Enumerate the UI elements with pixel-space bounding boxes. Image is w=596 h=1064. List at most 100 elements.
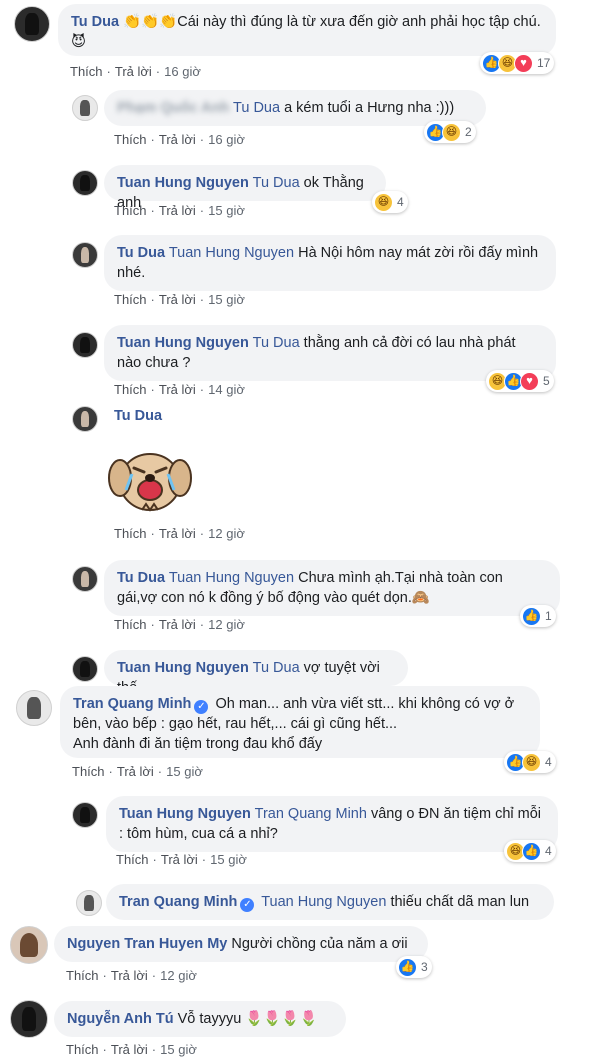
reply-link[interactable]: Trả lời [159,203,196,218]
avatar[interactable] [10,926,48,964]
comment-actions: Thích · Trả lời · 15 giờ [114,292,245,307]
avatar[interactable] [72,95,98,121]
reply-link[interactable]: Trả lời [159,382,196,397]
reaction-summary[interactable]: 👍 3 [396,956,432,978]
reaction-count: 17 [537,56,551,70]
avatar[interactable] [16,690,52,726]
reaction-summary[interactable]: 👍 😆 2 [424,121,476,143]
comment-author[interactable]: Nguyen Tran Huyen My [67,936,227,952]
like-link[interactable]: Thích [66,1042,99,1057]
mention-link[interactable]: Tu Dua [233,100,280,116]
timestamp[interactable]: 16 giờ [208,132,245,147]
verified-badge-icon: ✓ [240,898,255,912]
like-link[interactable]: Thích [114,203,147,218]
avatar[interactable] [76,890,102,916]
avatar[interactable] [72,656,98,682]
comment-text: Người chồng của năm a ơii [227,936,408,952]
like-link[interactable]: Thích [116,852,149,867]
comment-author[interactable]: Tu Dua [71,14,119,30]
timestamp[interactable]: 15 giờ [166,764,203,779]
timestamp[interactable]: 15 giờ [208,203,245,218]
comment-actions: Thích · Trả lời · 12 giờ [114,617,245,632]
reaction-count: 3 [421,960,428,974]
reaction-count: 4 [397,195,404,209]
comment-author[interactable]: Phạm Quốc Anh [117,100,229,116]
reaction-summary[interactable]: 😆 👍 ♥ 5 [486,370,554,392]
timestamp[interactable]: 14 giờ [208,382,245,397]
reaction-count: 2 [465,125,472,139]
reaction-summary[interactable]: 👍 1 [520,605,556,627]
mention-link[interactable]: Tran Quang Minh [255,806,367,822]
reply-link[interactable]: Trả lời [159,526,196,541]
timestamp[interactable]: 15 giờ [160,1042,197,1057]
mention-link[interactable]: Tu Dua [253,335,300,351]
comment-actions: Thích · Trả lời · 12 giờ [114,526,245,541]
reply-link[interactable]: Trả lời [159,292,196,307]
haha-reaction-icon: 😆 [442,122,461,142]
reply-link[interactable]: Trả lời [159,617,196,632]
mention-link[interactable]: Tu Dua [253,175,300,191]
avatar[interactable] [72,406,98,432]
avatar[interactable] [72,170,98,196]
comment-author[interactable]: Tuan Hung Nguyen [117,660,249,676]
comment-text: Vỗ tayyyu 🌷🌷🌷🌷 [173,1011,318,1027]
mention-link[interactable]: Tuan Hung Nguyen [169,245,294,261]
like-link[interactable]: Thích [72,764,105,779]
comment-author[interactable]: Tran Quang Minh [73,696,191,712]
comment-author[interactable]: Tran Quang Minh [119,894,237,910]
comment-author[interactable]: Tuan Hung Nguyen [117,335,249,351]
comment-author[interactable]: Tu Dua [117,245,165,261]
reaction-summary[interactable]: 😆 4 [372,191,408,213]
avatar[interactable] [72,566,98,592]
reply-link[interactable]: Trả lời [111,968,148,983]
comment-bubble: Nguyễn Anh Tú Vỗ tayyyu 🌷🌷🌷🌷 [54,1001,346,1037]
like-link[interactable]: Thích [114,382,147,397]
mention-link[interactable]: Tuan Hung Nguyen [261,894,386,910]
comment-bubble: Nguyen Tran Huyen My Người chồng của năm… [54,926,428,962]
mention-link[interactable]: Tu Dua [253,660,300,676]
timestamp[interactable]: 15 giờ [210,852,247,867]
comment-author[interactable]: Nguyễn Anh Tú [67,1011,174,1027]
timestamp[interactable]: 12 giờ [208,526,245,541]
comment-bubble: Tran Quang Minh ✓ Oh man... anh vừa viết … [60,686,540,758]
love-reaction-icon: ♥ [520,371,539,391]
crying-dog-sticker [108,453,192,512]
mention-link[interactable]: Tuan Hung Nguyen [169,570,294,586]
reaction-summary[interactable]: 😆 👍 4 [504,840,556,862]
like-link[interactable]: Thích [70,64,103,79]
reply-link[interactable]: Trả lời [161,852,198,867]
timestamp[interactable]: 12 giờ [160,968,197,983]
avatar[interactable] [10,1000,48,1038]
comment-bubble: Tuan Hung Nguyen Tran Quang Minh vâng o … [106,796,558,852]
like-link[interactable]: Thích [66,968,99,983]
like-link[interactable]: Thích [114,526,147,541]
comment-author[interactable]: Tuan Hung Nguyen [117,175,249,191]
reaction-count: 1 [545,609,552,623]
reply-link[interactable]: Trả lời [115,64,152,79]
avatar[interactable] [14,6,50,42]
timestamp[interactable]: 12 giờ [208,617,245,632]
comment-text-line2: Anh đành đi ăn tiệm trong đau khổ đấy [73,736,323,752]
reply-link[interactable]: Trả lời [159,132,196,147]
comment-bubble: Tran Quang Minh ✓ Tuan Hung Nguyen thiếu … [106,884,554,920]
reply-link[interactable]: Trả lời [111,1042,148,1057]
comment-bubble: Phạm Quốc Anh Tu Dua a kém tuổi a Hưng n… [104,90,486,126]
reply-link[interactable]: Trả lời [117,764,154,779]
reaction-summary[interactable]: 👍 😆 4 [504,751,556,773]
timestamp[interactable]: 15 giờ [208,292,245,307]
timestamp[interactable]: 16 giờ [164,64,201,79]
comment-author[interactable]: Tu Dua [114,408,162,424]
like-link[interactable]: Thích [114,292,147,307]
comment-author[interactable]: Tuan Hung Nguyen [119,806,251,822]
avatar[interactable] [72,802,98,828]
avatar[interactable] [72,242,98,268]
like-link[interactable]: Thích [114,132,147,147]
avatar[interactable] [72,332,98,358]
comment-author[interactable]: Tu Dua [117,570,165,586]
like-reaction-icon: 👍 [522,606,541,626]
reaction-summary[interactable]: 👍 😆 ♥ 17 [480,52,555,74]
like-link[interactable]: Thích [114,617,147,632]
comment-actions: Thích · Trả lời · 14 giờ [114,382,245,397]
like-reaction-icon: 👍 [522,841,541,861]
reaction-count: 4 [545,844,552,858]
